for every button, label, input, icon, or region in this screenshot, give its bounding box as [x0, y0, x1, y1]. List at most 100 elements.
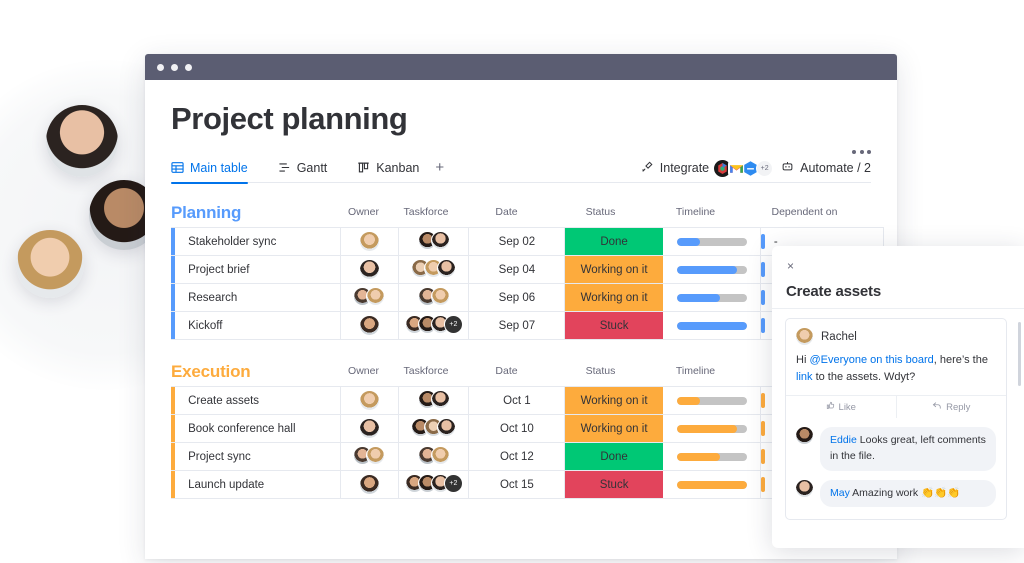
- column-header-owner: Owner: [348, 365, 379, 378]
- row-taskforce[interactable]: [398, 386, 470, 416]
- asset-link[interactable]: link: [796, 371, 813, 383]
- thumbs-up-icon: [826, 401, 835, 413]
- row-name[interactable]: Research: [175, 283, 341, 313]
- row-date[interactable]: Sep 04: [468, 255, 566, 285]
- window-dot-maximize[interactable]: [185, 63, 192, 71]
- window-dot-minimize[interactable]: [171, 63, 178, 71]
- popup-title: Create assets: [786, 283, 881, 300]
- row-taskforce[interactable]: [398, 255, 470, 285]
- row-name[interactable]: Kickoff: [175, 311, 341, 341]
- row-status[interactable]: Done: [564, 227, 663, 257]
- row-status[interactable]: Stuck: [564, 470, 663, 500]
- row-owner[interactable]: [340, 311, 400, 341]
- row-name[interactable]: Project brief: [175, 255, 341, 285]
- row-timeline[interactable]: [662, 442, 762, 472]
- reply-author: Eddie: [830, 434, 857, 446]
- update-message: Hi @Everyone on this board, here’s the l…: [796, 352, 996, 385]
- row-taskforce[interactable]: +2: [398, 311, 470, 341]
- row-status[interactable]: Working on it: [564, 283, 663, 313]
- integrate-label: Integrate: [659, 161, 710, 176]
- row-owner[interactable]: [340, 255, 400, 285]
- row-owner[interactable]: [340, 414, 400, 444]
- row-owner[interactable]: [340, 227, 400, 257]
- table-icon: [171, 161, 184, 174]
- page-title: Project planning: [171, 101, 408, 136]
- message-suffix: to the assets. Wdyt?: [812, 370, 916, 383]
- row-taskforce[interactable]: +2: [398, 470, 470, 500]
- popup-scrollbar[interactable]: [1018, 322, 1021, 512]
- avatar-stack: +2: [404, 473, 463, 493]
- row-taskforce[interactable]: [398, 283, 470, 313]
- row-status[interactable]: Working on it: [564, 255, 663, 285]
- row-status[interactable]: Working on it: [564, 386, 663, 416]
- avatar: [430, 286, 450, 306]
- view-tab-bar: Main table Gantt Kanban + Integrate +2 A…: [171, 153, 871, 184]
- close-icon[interactable]: ×: [787, 260, 794, 272]
- row-status[interactable]: Stuck: [564, 311, 663, 341]
- update-author-row: Rachel: [796, 328, 996, 345]
- window-dot-close[interactable]: [157, 63, 164, 71]
- reply-button[interactable]: Reply: [895, 396, 1007, 418]
- update-author-name: Rachel: [821, 330, 857, 343]
- row-name[interactable]: Project sync: [175, 442, 341, 472]
- row-date[interactable]: Oct 12: [468, 442, 566, 472]
- row-owner[interactable]: [340, 386, 400, 416]
- avatar-stack: [353, 286, 386, 306]
- row-timeline[interactable]: [662, 227, 762, 257]
- row-status[interactable]: Working on it: [564, 414, 663, 444]
- row-name[interactable]: Stakeholder sync: [175, 227, 341, 257]
- avatar: [430, 230, 450, 250]
- group-execution-header: Execution Owner Taskforce Date Status Ti…: [171, 360, 871, 382]
- row-owner[interactable]: [340, 470, 400, 500]
- row-timeline[interactable]: [662, 311, 762, 341]
- avatar: [359, 316, 379, 336]
- avatar: [359, 391, 379, 411]
- row-timeline[interactable]: [662, 386, 762, 416]
- row-timeline[interactable]: [662, 255, 762, 285]
- avatar: [366, 286, 386, 306]
- row-name[interactable]: Launch update: [175, 470, 341, 500]
- automate-button[interactable]: Automate / 2: [781, 160, 871, 176]
- popup-scrollbar-thumb[interactable]: [1018, 322, 1021, 386]
- message-prefix: Hi: [796, 354, 810, 366]
- gantt-icon: [278, 161, 291, 174]
- reply-item: May Amazing work 👏👏👏: [786, 479, 1006, 508]
- column-header-taskforce: Taskforce: [403, 365, 449, 378]
- row-taskforce[interactable]: [398, 227, 470, 257]
- avatar: [359, 475, 379, 495]
- integrate-button[interactable]: Integrate: [641, 160, 709, 176]
- tab-main-table-label: Main table: [190, 160, 248, 175]
- tab-kanban[interactable]: Kanban: [357, 153, 419, 183]
- row-taskforce[interactable]: [398, 414, 470, 444]
- integration-app-icons[interactable]: +2: [714, 159, 774, 177]
- row-owner[interactable]: [340, 442, 400, 472]
- tab-main-table[interactable]: Main table: [171, 153, 248, 184]
- mention-link[interactable]: @Everyone on this board: [809, 354, 933, 366]
- row-date[interactable]: Sep 07: [468, 311, 566, 341]
- row-date[interactable]: Oct 10: [468, 414, 566, 444]
- row-timeline[interactable]: [662, 283, 762, 313]
- row-owner[interactable]: [340, 283, 400, 313]
- app-icons-more[interactable]: +2: [756, 159, 774, 177]
- row-name[interactable]: Book conference hall: [175, 414, 341, 444]
- avatar-stack: [411, 417, 457, 437]
- avatar-overflow-count: +2: [443, 314, 463, 334]
- row-taskforce[interactable]: [398, 442, 470, 472]
- row-timeline[interactable]: [662, 414, 762, 444]
- row-date[interactable]: Sep 06: [468, 283, 566, 313]
- like-button[interactable]: Like: [786, 396, 896, 418]
- row-date[interactable]: Sep 02: [468, 227, 566, 257]
- avatar: [796, 328, 813, 345]
- message-mid: , here’s the: [933, 354, 988, 366]
- column-header-timeline: Timeline: [675, 365, 716, 378]
- row-date[interactable]: Oct 1: [468, 386, 566, 416]
- add-view-button[interactable]: +: [435, 159, 444, 176]
- group-planning-title: Planning: [171, 203, 242, 223]
- avatar: [430, 445, 450, 465]
- row-name[interactable]: Create assets: [175, 386, 341, 416]
- window-titlebar: [145, 54, 897, 80]
- row-date[interactable]: Oct 15: [468, 470, 566, 500]
- tab-gantt[interactable]: Gantt: [278, 153, 327, 183]
- row-status[interactable]: Done: [564, 442, 663, 472]
- row-timeline[interactable]: [662, 470, 762, 500]
